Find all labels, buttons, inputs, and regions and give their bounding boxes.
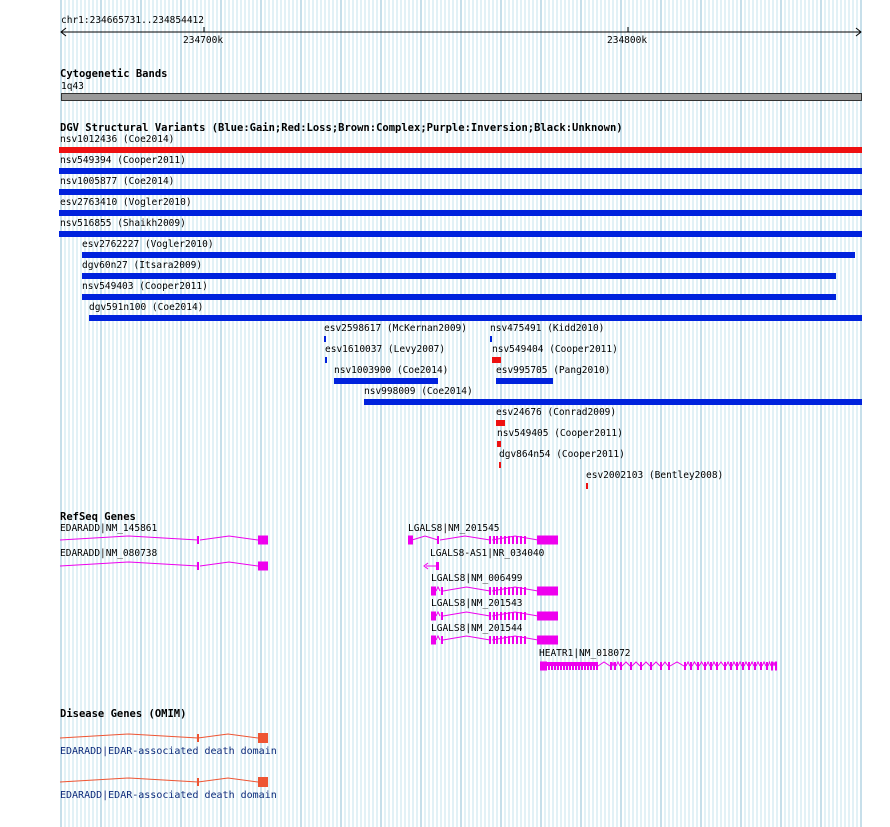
omim-gene-label[interactable]: EDARADD|EDAR-associated death domain [60,790,277,802]
omim-gene-exon[interactable] [258,777,268,787]
omim-track [59,733,268,787]
omim-gene-label[interactable]: EDARADD|EDAR-associated death domain [60,746,277,758]
omim-gene-exon[interactable] [197,778,199,786]
omim-gene-exon[interactable] [258,733,268,743]
omim-gene-intron[interactable] [59,777,259,783]
omim-gene-intron[interactable] [59,733,259,739]
omim-gene-exon[interactable] [197,734,199,742]
